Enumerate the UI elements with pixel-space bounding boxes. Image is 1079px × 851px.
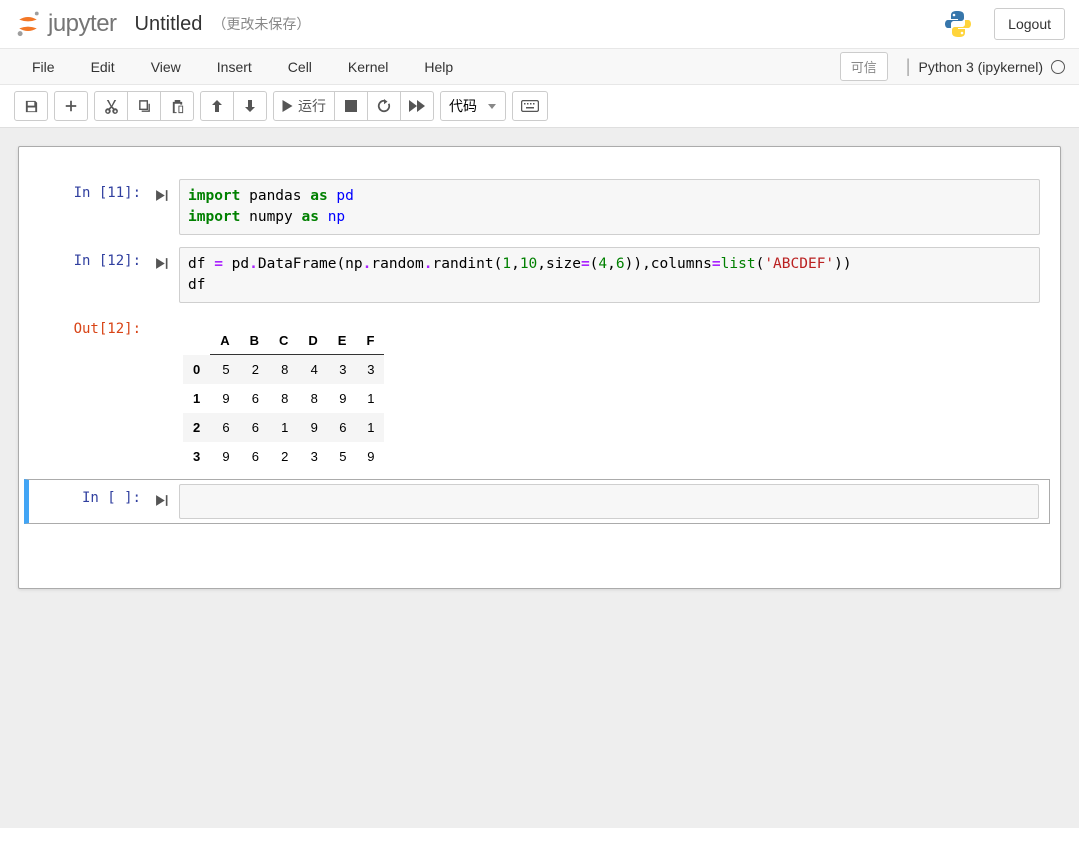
kernel-separator: | <box>906 56 911 77</box>
arrow-up-icon <box>211 99 223 113</box>
code-input[interactable]: df = pd.DataFrame(np.random.randint(1,10… <box>179 247 1040 303</box>
copy-button[interactable] <box>127 91 161 121</box>
paste-icon <box>170 99 185 114</box>
menu-file[interactable]: File <box>14 51 73 83</box>
move-down-button[interactable] <box>233 91 267 121</box>
code-cell[interactable]: In [12]:df = pd.DataFrame(np.random.rand… <box>29 243 1050 307</box>
table-row: 2661961 <box>183 413 384 442</box>
table-row: 3962359 <box>183 442 384 471</box>
jupyter-logo-icon <box>14 10 42 38</box>
dataframe-table: ABCDEF0528433196889126619613962359 <box>183 327 384 471</box>
celltype-select[interactable]: 代码 <box>440 91 506 121</box>
menu-kernel[interactable]: Kernel <box>330 51 406 83</box>
save-icon <box>24 99 39 114</box>
column-header: D <box>298 327 327 355</box>
notebook-container: In [11]:import pandas as pdimport numpy … <box>18 146 1061 589</box>
copy-icon <box>137 99 152 114</box>
kernel-name: Python 3 (ipykernel) <box>918 59 1043 75</box>
code-input[interactable]: import pandas as pdimport numpy as np <box>179 179 1040 235</box>
cut-button[interactable] <box>94 91 128 121</box>
notebook-area: In [11]:import pandas as pdimport numpy … <box>0 128 1079 828</box>
input-prompt: In [11]: <box>29 179 179 235</box>
column-header: F <box>356 327 384 355</box>
code-cell[interactable]: In [ ]: <box>24 479 1050 524</box>
run-cell-icon[interactable] <box>153 492 169 508</box>
restart-button[interactable] <box>367 91 401 121</box>
notebook-header: jupyter Untitled （更改未保存） Logout <box>0 0 1079 49</box>
run-cell-icon[interactable] <box>153 255 169 271</box>
restart-run-all-button[interactable] <box>400 91 434 121</box>
cut-icon <box>104 99 119 114</box>
keyboard-icon <box>521 100 539 112</box>
code-input[interactable] <box>179 484 1039 519</box>
run-cell-icon[interactable] <box>153 187 169 203</box>
notebook-name[interactable]: Untitled <box>135 13 203 36</box>
save-button[interactable] <box>14 91 48 121</box>
kernel-indicator-icon[interactable] <box>1051 60 1065 74</box>
column-header: B <box>240 327 269 355</box>
command-palette-button[interactable] <box>512 91 548 121</box>
move-up-button[interactable] <box>200 91 234 121</box>
jupyter-logo[interactable]: jupyter <box>14 10 117 38</box>
interrupt-button[interactable] <box>334 91 368 121</box>
toolbar: 运行 代码 <box>0 85 1079 128</box>
plus-icon <box>64 99 78 113</box>
python-logo-icon <box>942 8 974 40</box>
input-prompt: In [ ]: <box>29 484 179 519</box>
play-icon <box>282 100 293 112</box>
code-cell[interactable]: In [11]:import pandas as pdimport numpy … <box>29 175 1050 239</box>
menu-cell[interactable]: Cell <box>270 51 330 83</box>
output-row: Out[12]:ABCDEF05284331968891266196139623… <box>29 311 1050 475</box>
stop-icon <box>345 100 357 112</box>
table-row: 0528433 <box>183 355 384 385</box>
menu-help[interactable]: Help <box>406 51 471 83</box>
jupyter-logo-text: jupyter <box>48 10 117 38</box>
restart-icon <box>377 99 391 113</box>
menubar: FileEditViewInsertCellKernelHelp 可信 | Py… <box>0 49 1079 85</box>
fast-forward-icon <box>409 100 425 112</box>
column-header: E <box>328 327 357 355</box>
trusted-button[interactable]: 可信 <box>840 52 888 81</box>
insert-cell-button[interactable] <box>54 91 88 121</box>
menu-edit[interactable]: Edit <box>73 51 133 83</box>
arrow-down-icon <box>244 99 256 113</box>
output-prompt: Out[12]: <box>29 315 179 471</box>
logout-button[interactable]: Logout <box>994 8 1065 40</box>
table-row: 1968891 <box>183 384 384 413</box>
paste-button[interactable] <box>160 91 194 121</box>
input-prompt: In [12]: <box>29 247 179 303</box>
column-header: A <box>210 327 239 355</box>
column-header: C <box>269 327 298 355</box>
menu-view[interactable]: View <box>133 51 199 83</box>
menu-insert[interactable]: Insert <box>199 51 270 83</box>
run-button[interactable]: 运行 <box>273 91 335 121</box>
save-status: （更改未保存） <box>212 14 310 34</box>
